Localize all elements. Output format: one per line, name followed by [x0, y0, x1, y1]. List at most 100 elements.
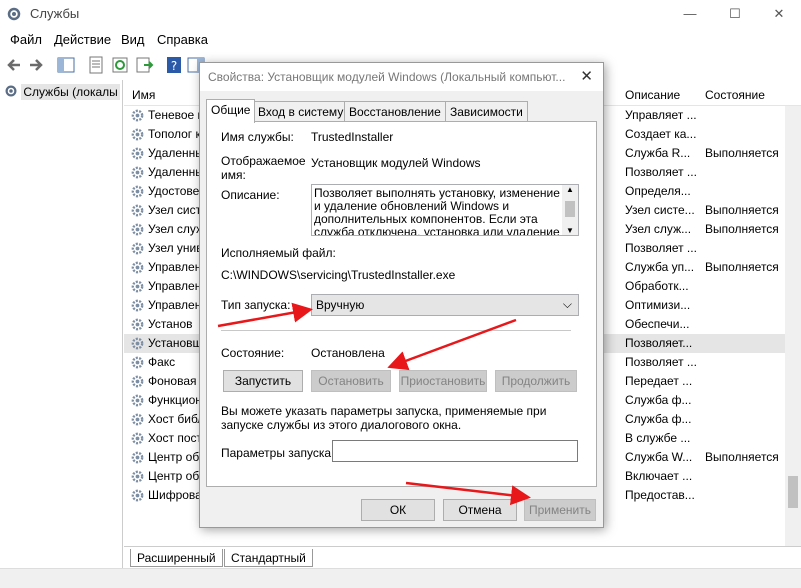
service-name: Теневое к: [148, 108, 203, 122]
services-gear-icon: [7, 7, 21, 21]
description-label: Описание:: [221, 188, 280, 202]
dialog-close-button[interactable]: ✕: [580, 67, 593, 85]
help-icon[interactable]: ?: [164, 55, 184, 75]
tab-dependencies[interactable]: Зависимости: [445, 101, 528, 122]
properties-icon[interactable]: [86, 55, 106, 75]
tab-extended[interactable]: Расширенный: [130, 549, 223, 567]
service-name: Узел сист: [148, 203, 202, 217]
service-name: Управлен: [148, 279, 202, 293]
start-params-label: Параметры запуска:: [221, 446, 335, 460]
refresh-icon[interactable]: [110, 55, 130, 75]
service-name: Шифрова: [148, 488, 202, 502]
back-arrow-icon[interactable]: [4, 55, 24, 75]
start-button[interactable]: Запустить: [223, 370, 303, 392]
service-gear-icon: [131, 318, 144, 331]
column-header-status[interactable]: Состояние: [705, 88, 765, 102]
service-name: Удостове: [148, 184, 200, 198]
service-description: Обеспечи...: [625, 317, 690, 331]
minimize-button[interactable]: —: [667, 2, 713, 26]
service-description: Позволяет...: [625, 336, 693, 350]
service-name: Удаленны: [148, 165, 204, 179]
startup-type-label: Тип запуска:: [221, 298, 291, 312]
service-gear-icon: [131, 337, 144, 350]
service-gear-icon: [131, 128, 144, 141]
console-tree-icon[interactable]: [56, 55, 76, 75]
tree-node-services-local[interactable]: Службы (локалы: [4, 84, 120, 102]
stop-button[interactable]: Остановить: [311, 370, 391, 392]
service-name: Узел унив: [148, 241, 203, 255]
startup-type-select[interactable]: Вручную ⌵: [311, 294, 579, 316]
service-description: Позволяет ...: [625, 355, 697, 369]
service-name: Центр об: [148, 469, 200, 483]
service-description: Служба уп...: [625, 260, 695, 274]
service-status: Выполняется: [705, 146, 779, 160]
service-gear-icon: [131, 394, 144, 407]
scrollbar-thumb[interactable]: [788, 476, 798, 508]
service-status: Выполняется: [705, 260, 779, 274]
service-description: Позволяет ...: [625, 165, 697, 179]
service-gear-icon: [131, 280, 144, 293]
close-button[interactable]: ✕: [756, 2, 801, 26]
service-state-value: Остановлена: [311, 346, 385, 360]
tab-standard[interactable]: Стандартный: [224, 549, 313, 567]
service-gear-icon: [131, 451, 144, 464]
pause-button[interactable]: Приостановить: [399, 370, 487, 392]
menu-bar: Файл Действие Вид Справка: [0, 30, 801, 50]
resume-button[interactable]: Продолжить: [495, 370, 577, 392]
forward-arrow-icon[interactable]: [26, 55, 46, 75]
menu-action[interactable]: Действие: [54, 32, 111, 47]
scroll-down-icon[interactable]: ▼: [566, 226, 574, 235]
window-titlebar: Службы — ☐ ✕: [0, 0, 801, 28]
service-name: Управлен: [148, 260, 202, 274]
description-textbox[interactable]: Позволяет выполнять установку, изменение…: [311, 184, 579, 236]
maximize-button[interactable]: ☐: [712, 2, 758, 26]
startup-type-value: Вручную: [316, 298, 365, 312]
description-scrollbar[interactable]: ▲ ▼: [562, 185, 578, 235]
service-gear-icon: [131, 356, 144, 369]
service-gear-icon: [131, 185, 144, 198]
column-header-name[interactable]: Имя: [132, 88, 155, 102]
menu-view[interactable]: Вид: [121, 32, 145, 47]
export-list-icon[interactable]: [134, 55, 154, 75]
service-gear-icon: [131, 299, 144, 312]
gear-icon: [5, 85, 17, 97]
service-description: Определя...: [625, 184, 691, 198]
ok-button[interactable]: ОК: [361, 499, 435, 521]
service-name: Хост пост: [148, 431, 203, 445]
status-bar: [0, 568, 801, 588]
tab-general[interactable]: Общие: [206, 99, 256, 123]
service-name: Функцион: [148, 393, 202, 407]
column-header-description[interactable]: Описание: [625, 88, 680, 102]
executable-path: C:\WINDOWS\servicing\TrustedInstaller.ex…: [221, 268, 456, 282]
start-params-input[interactable]: [332, 440, 578, 462]
service-name: Фоновая: [148, 374, 197, 388]
service-gear-icon: [131, 166, 144, 179]
service-status: Выполняется: [705, 222, 779, 236]
service-description: Позволяет ...: [625, 241, 697, 255]
service-description: Служба R...: [625, 146, 691, 160]
service-state-label: Состояние:: [221, 346, 285, 360]
start-params-hint: Вы можете указать параметры запуска, при…: [221, 404, 547, 432]
description-scroll-thumb[interactable]: [565, 201, 575, 217]
tree-node-label: Службы (локалы: [21, 84, 120, 100]
service-description: Служба ф...: [625, 393, 692, 407]
divider: [221, 330, 571, 331]
service-gear-icon: [131, 242, 144, 255]
tab-logon[interactable]: Вход в систему: [253, 101, 349, 122]
service-gear-icon: [131, 109, 144, 122]
menu-file[interactable]: Файл: [10, 32, 42, 47]
menu-help[interactable]: Справка: [157, 32, 208, 47]
scroll-up-icon[interactable]: ▲: [566, 185, 574, 194]
service-gear-icon: [131, 204, 144, 217]
service-description: Предостав...: [625, 488, 695, 502]
list-vertical-scrollbar[interactable]: [785, 106, 801, 546]
console-tree-pane: Службы (локалы: [0, 80, 123, 568]
cancel-button[interactable]: Отмена: [443, 499, 517, 521]
tab-recovery[interactable]: Восстановление: [344, 101, 446, 122]
general-tab-panel: Имя службы: TrustedInstaller Отображаемо…: [206, 121, 597, 487]
svg-text:?: ?: [171, 59, 177, 73]
service-gear-icon: [131, 413, 144, 426]
service-gear-icon: [131, 470, 144, 483]
apply-button[interactable]: Применить: [524, 499, 596, 521]
service-properties-dialog: Свойства: Установщик модулей Windows (Ло…: [199, 62, 604, 528]
